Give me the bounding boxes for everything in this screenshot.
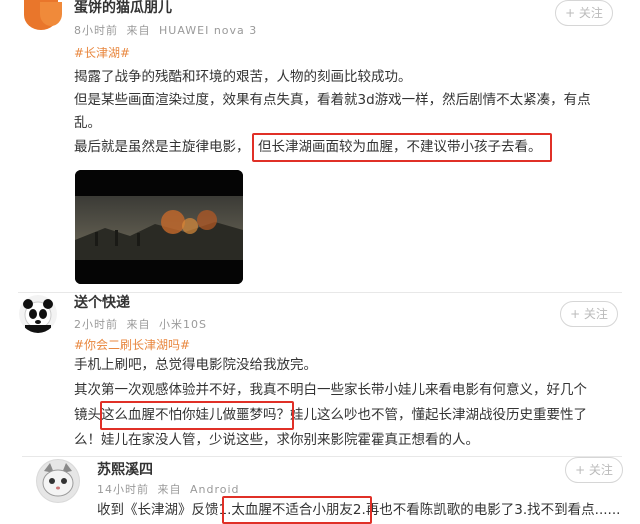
post-text-line: 最后就是虽然是主旋律电影， [74,136,250,159]
post-source-label: 来自 [157,483,182,496]
follow-button[interactable]: + 关注 [560,301,618,327]
post-time: 14小时前 [97,483,149,496]
post-text-line: 手机上刷吧，总觉得电影院没给我放完。 [74,357,317,373]
post-author-name[interactable]: 送个快递 [74,292,130,312]
post-meta: 14小时前 来自 Android [97,481,240,497]
post-text-line: 但是某些画面渲染过度，效果有点失真，看着就3d游戏一样，然后剧情不太紧凑，有点 [74,92,591,108]
post-meta: 2小时前 来自 小米10S [74,316,207,332]
post-device: 小米10S [159,318,207,331]
follow-button[interactable]: + 关注 [555,0,613,26]
post-device: Android [190,483,240,496]
post-text-plain: 娃儿这么吵也不管，懂起长津湖战役历史重要性了 [290,407,587,423]
highlight-box [100,401,294,430]
post-text-plain: 2.再也不看陈凯歌的电影了3.找不到看点...... [352,502,621,518]
highlighted-text: 但长津湖画面较为血腥，不建议带小孩子去看。 [258,139,542,155]
post-text-plain: 收到《长津湖》反馈 [97,502,219,518]
avatar-secondary-ball [40,2,62,26]
post-time: 2小时前 [74,318,118,331]
post-source-label: 来自 [126,318,151,331]
cat-avatar-icon [37,460,79,502]
avatar[interactable] [36,459,80,503]
highlight-box [222,496,372,524]
post-text-plain: 镜头 [74,407,101,423]
topic-tag[interactable]: #长津湖# [74,44,130,61]
follow-button[interactable]: + 关注 [565,457,623,483]
panda-avatar-icon [23,299,53,333]
post-text-line: 揭露了战争的残酷和环境的艰苦，人物的刻画比较成功。 [74,69,412,85]
post-meta: 8小时前 来自 HUAWEI nova 3 [74,22,257,38]
post-text-line: 么！娃儿在家没人管，少说这些，求你别来影院霍霍真正想看的人。 [74,432,479,448]
post-author-name[interactable]: 蛋饼的猫瓜朋儿 [74,0,172,17]
video-scene-image [75,170,243,284]
post-text-plain: 最后就是虽然是主旋律电影， [74,139,250,155]
post-text-line: 乱。 [74,115,101,131]
post-divider [22,456,622,457]
post-text-line: 其次第一次观感体验并不好，我真不明白一些家长带小娃儿来看电影有何意义，好几个 [74,382,587,398]
avatar[interactable] [19,295,57,333]
post-source-label: 来自 [126,24,151,37]
topic-tag[interactable]: #你会二刷长津湖吗# [74,336,190,353]
post-device: HUAWEI nova 3 [159,24,258,37]
post-author-name[interactable]: 苏熙溪四 [97,459,153,479]
post-time: 8小时前 [74,24,118,37]
video-thumbnail[interactable] [75,170,243,284]
